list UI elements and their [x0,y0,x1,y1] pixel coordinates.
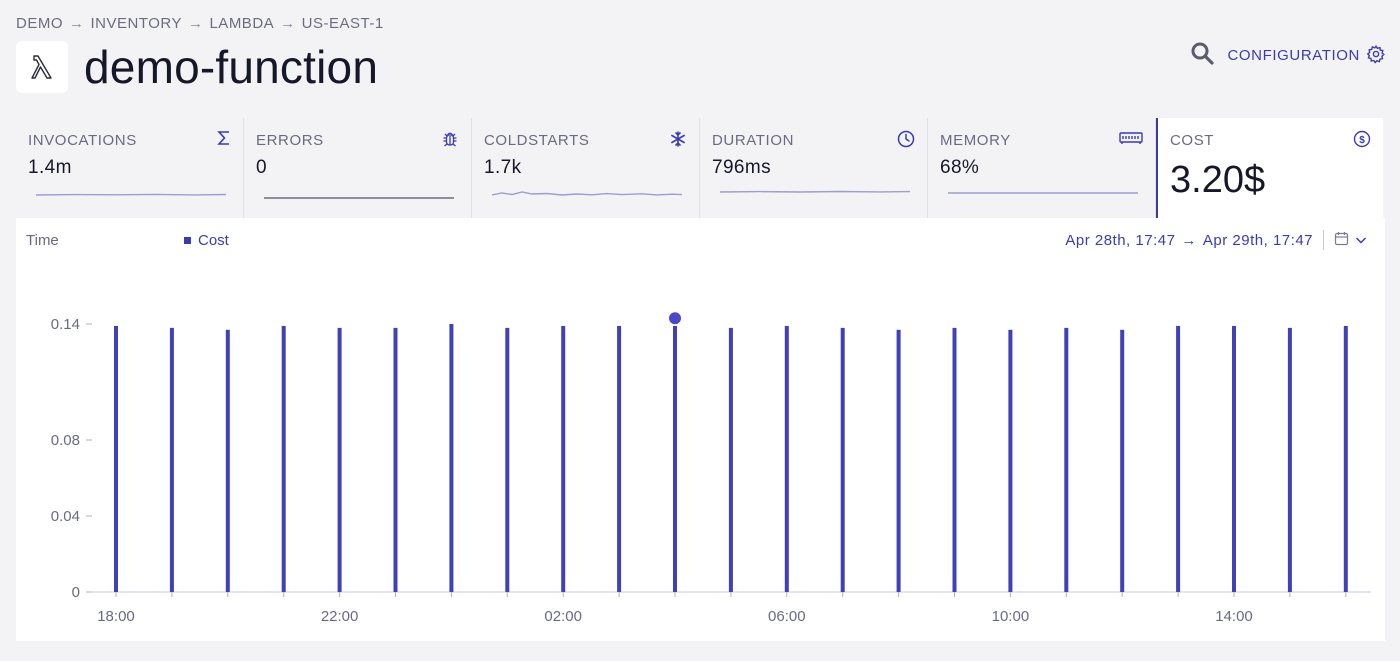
bar [784,325,789,592]
metric-value: 1.4m [28,157,72,178]
breadcrumb-item-region[interactable]: US-EAST-1 [302,15,384,32]
bar [114,325,118,592]
metric-value: 1.7k [484,157,522,178]
bar [505,327,510,592]
metric-label: ERRORS [256,132,324,149]
hover-point [669,312,681,325]
metric-invocations[interactable]: INVOCATIONS 1.4m [16,118,244,218]
bug-icon [441,130,459,153]
svg-text:$: $ [1359,135,1365,146]
metric-label: DURATION [712,132,795,149]
metric-label: COLDSTARTS [484,132,590,149]
gear-icon [1366,44,1386,68]
y-tick-label: 0.08 [51,432,80,449]
bar [1287,327,1292,592]
x-tick-label: 22:00 [321,608,359,625]
range-end: Apr 29th, 17:47 [1202,231,1313,249]
configuration-button[interactable]: CONFIGURATION [1227,44,1386,68]
title-row: demo-function [16,40,378,94]
metric-coldstarts[interactable]: COLDSTARTS 1.7k [472,118,700,218]
cost-chart: 0 0.04 0.08 0.14 18:00 22:00 02:00 06:00 10:00 14… [51,312,1371,625]
bar [169,327,174,592]
chart-panel: 0 0.04 0.08 0.14 18:00 22:00 02:00 06:00 10:00 14… [16,218,1385,641]
metric-value: 0 [256,157,267,178]
header-actions: CONFIGURATION [1189,40,1386,71]
chevron-down-icon[interactable] [1355,232,1367,249]
bar [393,327,398,592]
breadcrumb: DEMO → INVENTORY → LAMBDA → US-EAST-1 [16,15,384,32]
bar [840,327,845,592]
calendar-icon[interactable] [1334,231,1349,250]
metric-value: 3.20$ [1170,159,1266,201]
range-start: Apr 28th, 17:47 [1065,231,1176,249]
bar [1064,327,1069,592]
bar [337,327,342,592]
bar [449,324,454,592]
bar [1176,325,1181,592]
date-range-picker[interactable]: Apr 28th, 17:47 → Apr 29th, 17:47 [1065,230,1367,250]
sparkline [492,191,682,196]
legend-label: Cost [198,232,229,249]
bar [281,325,286,592]
breadcrumb-separator: → [187,15,204,32]
x-tick-label: 10:00 [992,608,1030,625]
bar [561,325,566,592]
bar [952,327,957,592]
legend-item-cost[interactable]: Cost [184,232,229,249]
sigma-icon [217,130,231,151]
x-tick-label: 06:00 [768,608,806,625]
sparkline [264,197,454,199]
bar [673,325,677,592]
legend-swatch [184,237,191,244]
metric-value: 796ms [712,157,772,178]
snowflake-icon [669,130,687,153]
x-tick-label: 14:00 [1215,608,1253,625]
breadcrumb-separator: → [280,15,296,32]
breadcrumb-item-lambda[interactable]: LAMBDA [209,15,274,32]
range-arrow: → [1181,231,1197,249]
bar [728,327,733,592]
metric-errors[interactable]: ERRORS 0 [244,118,472,218]
bar [1343,325,1348,592]
y-tick-label: 0.14 [51,316,80,333]
metric-label: INVOCATIONS [28,132,137,149]
breadcrumb-item-demo[interactable]: DEMO [16,15,63,32]
breadcrumb-separator: → [69,15,85,32]
clock-icon [897,130,915,153]
dollar-icon: $ [1353,130,1371,153]
lambda-icon [16,41,68,93]
metrics-bar: INVOCATIONS 1.4m ERRORS 0 COLDSTARTS 1.7… [16,118,1385,218]
memory-icon [1119,130,1143,151]
metric-cost[interactable]: COST 3.20$ $ [1156,118,1383,218]
time-axis-label: Time [26,232,59,249]
y-tick-label: 0.04 [51,508,80,525]
bar [225,329,230,592]
bar [1008,329,1013,592]
x-tick-label: 18:00 [97,608,135,625]
search-icon[interactable] [1189,40,1215,71]
metric-value: 68% [940,157,980,178]
sparkline [948,192,1138,194]
metric-duration[interactable]: DURATION 796ms [700,118,928,218]
metric-label: COST [1170,132,1215,149]
bar [1120,329,1125,592]
x-tick-label: 02:00 [544,608,582,625]
chart-header: Time Cost Apr 28th, 17:47 → Apr 29th, 17… [16,218,1385,260]
configuration-label: CONFIGURATION [1227,47,1360,64]
metric-label: MEMORY [940,132,1011,149]
breadcrumb-item-inventory[interactable]: INVENTORY [91,15,182,32]
bar [617,325,622,592]
y-tick-label: 0 [72,584,80,601]
bar [896,329,901,592]
sparkline [36,193,226,196]
page-title: demo-function [84,41,379,93]
metric-memory[interactable]: MEMORY 68% [928,118,1156,218]
divider [1323,230,1324,250]
bar [1232,325,1236,592]
sparkline [720,190,910,193]
